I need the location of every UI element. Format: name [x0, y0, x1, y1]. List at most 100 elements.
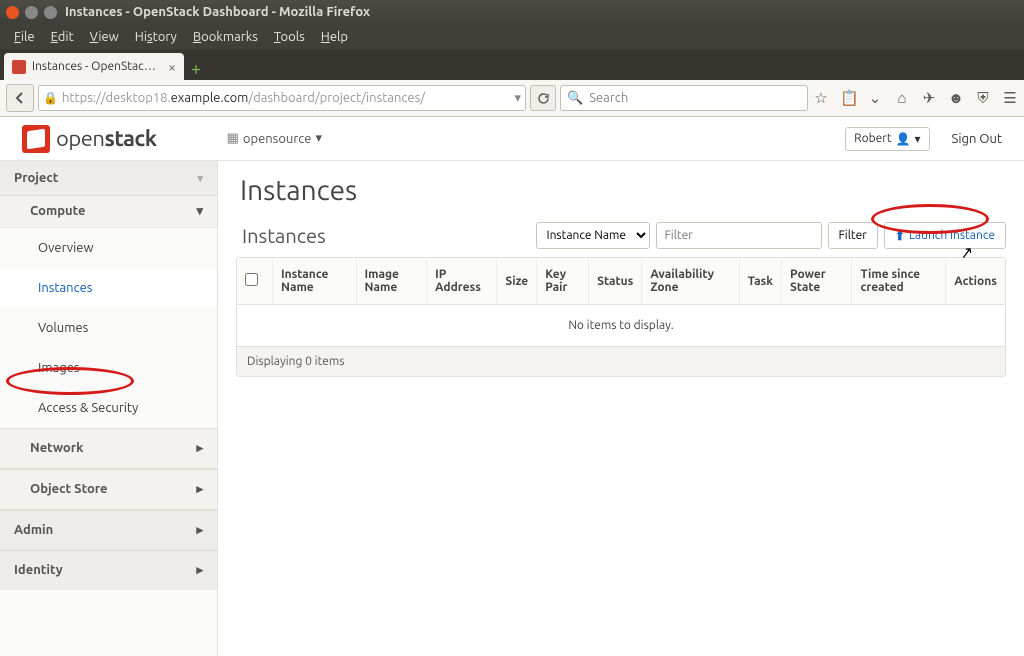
project-icon: ▦ [227, 131, 239, 146]
sidebar-item-access-security[interactable]: Access & Security [0, 388, 217, 428]
tab-close-icon[interactable]: × [168, 59, 176, 75]
url-dropdown-icon[interactable]: ▾ [514, 91, 521, 106]
menu-file[interactable]: File [6, 27, 43, 47]
sidebar-section-project[interactable]: Project ▾ [0, 161, 217, 196]
send-icon[interactable]: ✈ [921, 89, 937, 107]
col-actions: Actions [946, 258, 1005, 305]
sidebar-section-compute[interactable]: Compute ▾ [0, 196, 217, 228]
brand-text: openstack [56, 126, 157, 151]
lock-icon: 🔒 [43, 91, 58, 105]
chevron-right-icon: ▸ [196, 441, 203, 456]
col-size: Size [497, 258, 537, 305]
sidebar-label: Identity [14, 563, 63, 578]
sidebar-item-instances[interactable]: Instances [0, 268, 217, 308]
sidebar-item-overview[interactable]: Overview [0, 228, 217, 268]
upload-icon: ⬆ [895, 229, 905, 243]
browser-tabstrip: Instances - OpenStac… × + [0, 49, 1024, 80]
browser-navbar: 🔒 https://desktop18.example.com/dashboar… [0, 80, 1024, 117]
brand-logo[interactable]: openstack [22, 125, 157, 153]
sidebar-item-volumes[interactable]: Volumes [0, 308, 217, 348]
window-close-button[interactable] [6, 6, 19, 19]
main-content: Instances Instances Instance Name Filter… [218, 161, 1024, 656]
col-image-name: Image Name [357, 258, 428, 305]
url-bar[interactable]: 🔒 https://desktop18.example.com/dashboar… [38, 85, 526, 111]
project-picker[interactable]: ▦ opensource ▾ [227, 131, 322, 146]
user-icon: 👤 [896, 132, 911, 146]
window-maximize-button[interactable] [44, 6, 57, 19]
sidebar-section-admin[interactable]: Admin ▸ [0, 510, 217, 550]
browser-menubar: File Edit View History Bookmarks Tools H… [0, 24, 1024, 49]
user-menu-button[interactable]: Robert 👤 ▾ [845, 127, 929, 151]
col-availability-zone: Availability Zone [642, 258, 739, 305]
clipboard-icon[interactable]: 📋 [840, 89, 856, 107]
star-icon[interactable]: ☆ [813, 89, 829, 107]
sidebar-label: Object Store [30, 482, 108, 497]
menu-history[interactable]: History [127, 27, 185, 47]
col-ip-address: IP Address [427, 258, 497, 305]
chat-icon[interactable]: ☻ [948, 89, 964, 107]
arrow-left-icon [13, 91, 27, 105]
dashboard-header: openstack ▦ opensource ▾ Robert 👤 ▾ Sign… [0, 117, 1024, 161]
chevron-right-icon: ▸ [196, 523, 203, 538]
select-all-header [237, 258, 273, 305]
shield-icon[interactable]: ⛨ [975, 89, 991, 107]
filter-input[interactable] [656, 222, 822, 249]
menu-help[interactable]: Help [313, 27, 356, 47]
sidebar: Project ▾ Compute ▾ Overview Instances Vol… [0, 161, 218, 656]
back-button[interactable] [6, 84, 34, 112]
search-bar[interactable]: 🔍 Search [560, 85, 808, 111]
filter-field-select[interactable]: Instance Name [536, 222, 650, 249]
chevron-right-icon: ▸ [196, 482, 203, 497]
project-name: opensource [243, 132, 312, 146]
menu-edit[interactable]: Edit [43, 27, 82, 47]
sidebar-label: Network [30, 441, 83, 456]
col-status: Status [589, 258, 642, 305]
tab-title: Instances - OpenStac… [32, 60, 156, 73]
sidebar-label: Project [14, 171, 58, 185]
new-tab-button[interactable]: + [184, 58, 208, 80]
user-name: Robert [854, 132, 891, 145]
sidebar-section-network[interactable]: Network ▸ [0, 428, 217, 469]
window-titlebar: Instances - OpenStack Dashboard - Mozill… [0, 0, 1024, 24]
chevron-right-icon: ▸ [196, 563, 203, 578]
col-key-pair: Key Pair [537, 258, 589, 305]
chevron-down-icon: ▾ [196, 204, 203, 219]
search-placeholder: Search [589, 91, 628, 105]
reload-button[interactable] [530, 85, 556, 111]
menu-tools[interactable]: Tools [266, 27, 313, 47]
favicon-icon [12, 60, 26, 74]
browser-tab[interactable]: Instances - OpenStac… × [4, 53, 184, 80]
launch-instance-label: Launch Instance [909, 229, 995, 242]
launch-instance-button[interactable]: ⬆ Launch Instance [884, 222, 1006, 249]
search-icon: 🔍 [567, 91, 583, 106]
col-instance-name: Instance Name [273, 258, 357, 305]
sidebar-section-identity[interactable]: Identity ▸ [0, 550, 217, 590]
openstack-logo-icon [22, 125, 50, 153]
instances-table: Instance Name Image Name IP Address Size… [236, 257, 1006, 377]
sign-out-link[interactable]: Sign Out [952, 132, 1002, 146]
menu-bookmarks[interactable]: Bookmarks [185, 27, 266, 47]
sidebar-item-images[interactable]: Images [0, 348, 217, 388]
pocket-icon[interactable]: ⌄ [867, 89, 883, 107]
sidebar-label: Admin [14, 523, 53, 538]
url-text: https://desktop18.example.com/dashboard/… [62, 91, 425, 105]
chevron-down-icon: ▾ [315, 131, 322, 146]
empty-message: No items to display. [237, 305, 1005, 347]
sidebar-label: Compute [30, 204, 86, 219]
reload-icon [537, 92, 550, 105]
sidebar-section-object-store[interactable]: Object Store ▸ [0, 469, 217, 510]
col-power-state: Power State [782, 258, 852, 305]
filter-button[interactable]: Filter [828, 222, 878, 249]
page-title: Instances [240, 175, 1006, 206]
menu-view[interactable]: View [82, 27, 127, 47]
chevron-down-icon: ▾ [915, 132, 921, 146]
chevron-down-icon: ▾ [197, 172, 203, 185]
home-icon[interactable]: ⌂ [894, 89, 910, 107]
select-all-checkbox[interactable] [245, 273, 258, 286]
panel-header: Instances Instance Name Filter ⬆ Launch … [236, 222, 1006, 249]
window-minimize-button[interactable] [25, 6, 38, 19]
hamburger-icon[interactable]: ☰ [1002, 89, 1018, 107]
table-footer: Displaying 0 items [237, 347, 1005, 376]
col-time-since-created: Time since created [852, 258, 946, 305]
col-task: Task [740, 258, 782, 305]
